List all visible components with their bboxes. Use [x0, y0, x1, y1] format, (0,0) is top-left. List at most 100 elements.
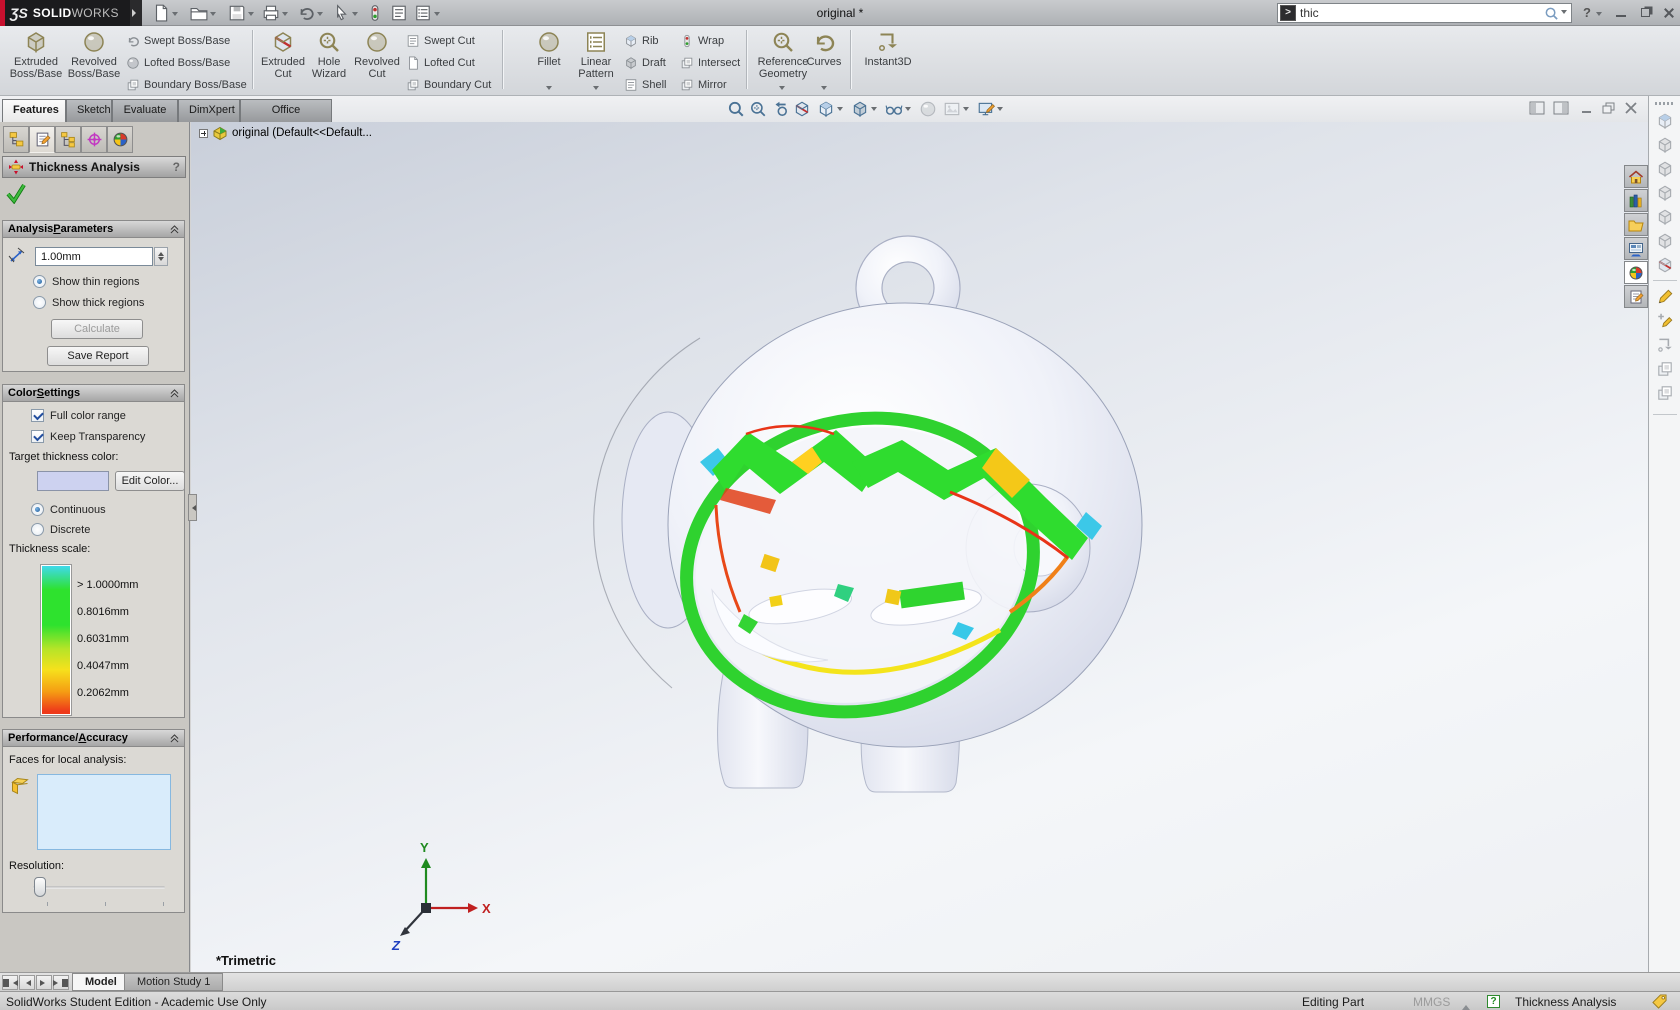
extruded-cut-button[interactable]: ExtrudedCut	[258, 30, 308, 92]
continuous-radio[interactable]: Continuous	[31, 503, 106, 516]
linear-sketch-pattern-icon[interactable]	[1656, 384, 1674, 402]
shaded-with-edges-icon[interactable]	[1656, 112, 1674, 130]
display-style-icon[interactable]	[851, 100, 869, 118]
tab-evaluate[interactable]: Evaluate	[112, 99, 178, 122]
sketch-icon[interactable]	[1656, 288, 1674, 306]
3d-sketch-icon[interactable]	[1656, 312, 1674, 330]
minimize-button[interactable]	[1612, 6, 1630, 20]
shell-button[interactable]: Shell	[624, 76, 666, 94]
revolved-boss-base-button[interactable]: RevolvedBoss/Base	[66, 30, 122, 92]
tab-features[interactable]: Features	[2, 99, 66, 122]
task-pane-view-palette-tab[interactable]	[1624, 237, 1648, 260]
draft-button[interactable]: Draft	[624, 54, 666, 72]
resolution-slider-track[interactable]	[33, 886, 165, 889]
save-dropdown-arrow[interactable]	[248, 12, 254, 19]
feature-tree-root[interactable]: original (Default<<Default...	[199, 125, 372, 141]
hide-show-items-icon[interactable]	[885, 100, 903, 118]
convert-entities-icon[interactable]	[1656, 336, 1674, 354]
wrap-button[interactable]: Wrap	[680, 32, 724, 50]
hidden-lines-removed-icon[interactable]	[1656, 184, 1674, 202]
task-pane-home-tab[interactable]	[1624, 165, 1648, 188]
undo-button[interactable]	[297, 4, 315, 22]
new-dropdown-arrow[interactable]	[172, 12, 178, 19]
thickness-value-input[interactable]	[35, 247, 153, 266]
show-thick-regions-radio[interactable]: Show thick regions	[33, 296, 144, 309]
instant3d-button[interactable]: Instant3D	[856, 30, 920, 92]
lofted-cut-button[interactable]: Lofted Cut	[406, 54, 475, 72]
faces-selection-listbox[interactable]	[37, 774, 171, 850]
search-input[interactable]	[1300, 6, 1544, 20]
swept-boss-base-button[interactable]: Swept Boss/Base	[126, 32, 230, 50]
color-settings-header[interactable]: Color Settings	[3, 385, 184, 402]
zoom-to-area-icon[interactable]	[749, 100, 767, 118]
tab-sketch[interactable]: Sketch	[66, 99, 112, 122]
units-label[interactable]: MMGS	[1413, 995, 1450, 1009]
keep-transparency-checkbox[interactable]: Keep Transparency	[31, 430, 145, 443]
document-minimize-button[interactable]	[1578, 101, 1596, 116]
view-orientation-icon[interactable]	[817, 100, 835, 118]
full-color-range-checkbox[interactable]: Full color range	[31, 409, 126, 422]
search-icon[interactable]	[1544, 6, 1559, 21]
menu-expand-arrow[interactable]	[130, 0, 142, 26]
quick-tips-icon[interactable]: ?	[1487, 995, 1500, 1008]
first-tab-button[interactable]	[2, 975, 18, 990]
section-view-icon[interactable]	[793, 100, 811, 118]
configurationmanager-tab[interactable]	[55, 126, 81, 153]
shaded-icon[interactable]	[1656, 136, 1674, 154]
curves-dropdown-arrow[interactable]	[821, 86, 827, 93]
section-view-icon[interactable]	[1656, 256, 1674, 274]
mirror-entities-icon[interactable]	[1656, 360, 1674, 378]
panel-help-icon[interactable]: ?	[173, 160, 180, 174]
thickness-spinner[interactable]	[154, 247, 168, 266]
collapse-chevron-icon[interactable]	[170, 734, 179, 743]
linear-pattern-dropdown-arrow[interactable]	[593, 86, 599, 93]
graphics-viewport[interactable]: original (Default<<Default...	[191, 122, 1648, 972]
save-report-button[interactable]: Save Report	[47, 346, 149, 366]
lofted-boss-base-button[interactable]: Lofted Boss/Base	[126, 54, 230, 72]
hide-show-dropdown-arrow[interactable]	[905, 107, 911, 114]
apply-scene-dropdown-arrow[interactable]	[963, 107, 969, 114]
linear-pattern-button[interactable]: LinearPattern	[572, 30, 620, 92]
ok-check-button[interactable]	[5, 182, 27, 204]
show-thin-regions-radio[interactable]: Show thin regions	[33, 275, 139, 288]
analysis-parameters-header[interactable]: Analysis Parameters	[3, 221, 184, 238]
undo-dropdown-arrow[interactable]	[317, 12, 323, 19]
collapse-chevron-icon[interactable]	[170, 225, 179, 234]
revolved-cut-button[interactable]: RevolvedCut	[352, 30, 402, 92]
performance-accuracy-header[interactable]: Performance/Accuracy	[3, 730, 184, 747]
rebuild-button[interactable]	[366, 4, 384, 22]
panel-splitter-handle[interactable]	[188, 494, 197, 521]
reference-geometry-dropdown-arrow[interactable]	[779, 86, 785, 93]
propertymanager-tab[interactable]	[29, 126, 55, 153]
open-button[interactable]	[190, 4, 208, 22]
thickness-analysis-model[interactable]: Y X Z	[191, 122, 1648, 972]
swept-cut-button[interactable]: Swept Cut	[406, 32, 475, 50]
task-pane-custom-properties-tab[interactable]	[1624, 285, 1648, 308]
view-orientation-dropdown-arrow[interactable]	[837, 107, 843, 114]
options-dropdown-arrow[interactable]	[434, 12, 440, 19]
wireframe-icon[interactable]	[1656, 208, 1674, 226]
search-box[interactable]: >	[1277, 3, 1572, 23]
rib-button[interactable]: Rib	[624, 32, 659, 50]
hole-wizard-button[interactable]: HoleWizard	[306, 30, 352, 92]
previous-view-icon[interactable]	[771, 100, 789, 118]
task-pane-design-library-tab[interactable]	[1624, 189, 1648, 212]
tab-office-products[interactable]: Office Products	[240, 99, 332, 122]
help-dropdown-arrow[interactable]	[1596, 12, 1602, 19]
last-tab-button[interactable]	[53, 975, 69, 990]
view-settings-icon[interactable]	[977, 100, 995, 118]
resolution-slider-handle[interactable]	[34, 877, 46, 897]
fillet-dropdown-arrow[interactable]	[546, 86, 552, 93]
curves-button[interactable]: Curves	[800, 30, 848, 92]
perspective-icon[interactable]	[1656, 232, 1674, 250]
units-dropdown-arrow[interactable]	[1462, 1001, 1470, 1010]
task-pane-file-explorer-tab[interactable]	[1624, 213, 1648, 236]
extruded-boss-base-button[interactable]: ExtrudedBoss/Base	[8, 30, 64, 92]
view-settings-dropdown-arrow[interactable]	[997, 107, 1003, 114]
zoom-to-fit-icon[interactable]	[727, 100, 745, 118]
collapse-chevron-icon[interactable]	[170, 389, 179, 398]
pane-split-right-icon[interactable]	[1552, 101, 1570, 116]
task-pane-drag-handle[interactable]	[1655, 102, 1675, 105]
boundary-boss-base-button[interactable]: Boundary Boss/Base	[126, 76, 247, 94]
pane-split-left-icon[interactable]	[1528, 101, 1546, 116]
